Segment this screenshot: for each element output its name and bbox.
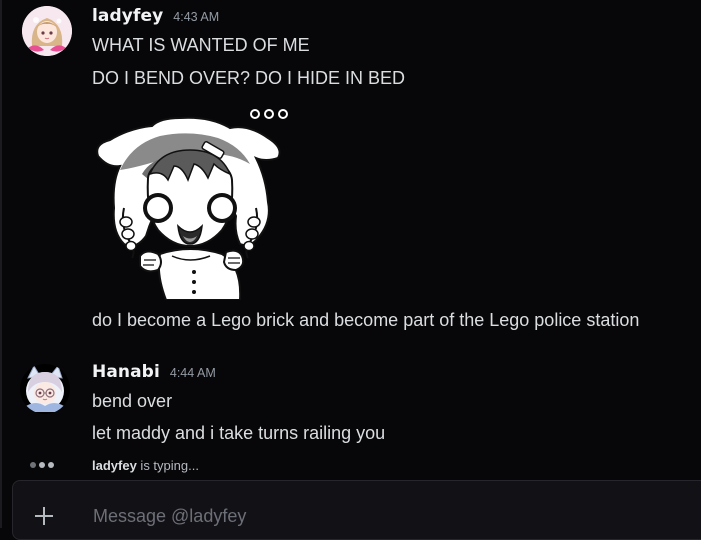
message-header: Hanabi 4:44 AM [92, 362, 216, 386]
typing-dots-icon [30, 462, 92, 468]
message-header: ladyfey 4:43 AM [92, 6, 219, 30]
timestamp: 4:44 AM [169, 366, 216, 380]
message-text: bend over [92, 391, 173, 411]
plus-icon [35, 507, 53, 525]
typing-label: is typing... [136, 457, 199, 473]
confused-chibi-girl-sticker[interactable] [90, 104, 295, 301]
avatar-hanabi-icon[interactable] [20, 364, 70, 414]
message-composer [12, 480, 701, 540]
message-input[interactable] [91, 501, 671, 531]
timestamp: 4:43 AM [173, 10, 220, 24]
message-text: do I become a Lego brick and become part… [92, 310, 640, 330]
message-group-hanabi: Hanabi 4:44 AM bend over let maddy and i… [0, 362, 701, 444]
typing-indicator: ladyfey is typing... [30, 455, 199, 475]
avatar-ladyfey-icon[interactable] [22, 6, 72, 56]
typing-status: ladyfey is typing... [92, 458, 199, 473]
typing-username: ladyfey [92, 457, 137, 473]
username[interactable]: ladyfey [92, 6, 163, 26]
message-text: DO I BEND OVER? DO I HIDE IN BED [92, 68, 406, 88]
add-attachment-button[interactable] [31, 503, 57, 529]
message-text: WHAT IS WANTED OF ME [92, 35, 310, 55]
username[interactable]: Hanabi [92, 362, 160, 382]
message-text: let maddy and i take turns railing you [92, 423, 386, 443]
